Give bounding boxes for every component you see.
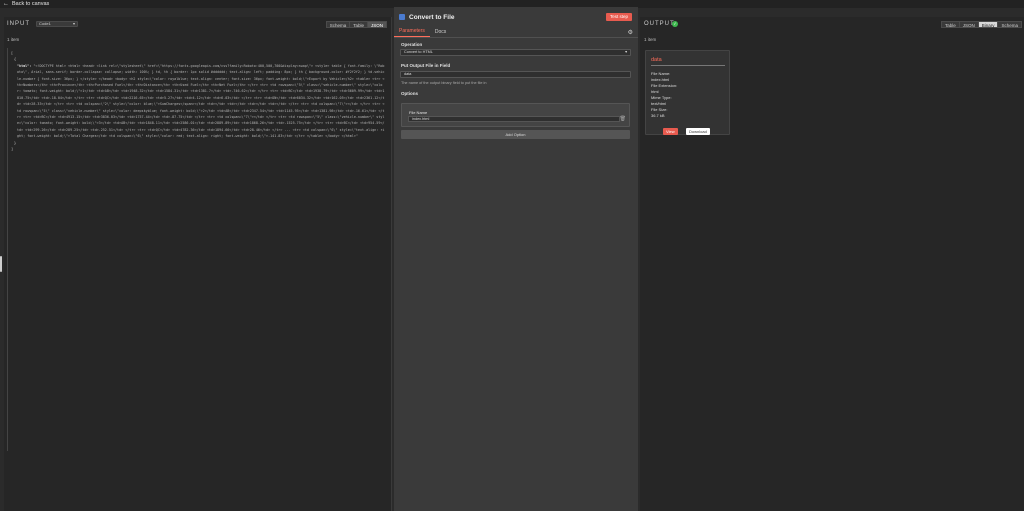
output-tab-schema[interactable]: Schema [997, 21, 1022, 28]
node-title[interactable]: Convert to File [409, 14, 455, 21]
output-tab-table[interactable]: Table [940, 21, 960, 28]
binary-divider [651, 65, 725, 66]
chevron-down-icon: ▾ [625, 50, 627, 54]
json-close-bracket: ] [11, 147, 14, 152]
back-to-canvas-label: Back to canvas [12, 1, 50, 7]
output-tab-binary[interactable]: Binary [977, 21, 999, 28]
input-title: INPUT [7, 21, 30, 27]
output-field-input[interactable]: data [400, 71, 631, 78]
operation-select-value: Convert to HTML [404, 50, 433, 54]
download-button[interactable]: Download [686, 128, 710, 135]
file-name-value: index.html [412, 117, 430, 121]
add-option-button[interactable]: Add Option [401, 130, 630, 139]
node-panel: Convert to File Test step Parameters Doc… [394, 7, 638, 511]
output-title: OUTPUT [644, 21, 675, 27]
mime-val: text/html [651, 101, 667, 106]
view-button[interactable]: View [663, 128, 678, 135]
check-icon: ✓ [672, 21, 678, 27]
output-field-label: Put Output File in Field [401, 63, 451, 68]
node-tabs: Parameters Docs ⚙ [394, 28, 638, 38]
node-header: Convert to File [394, 7, 638, 27]
json-value: "<!DOCTYPE html> <html> <head> <link rel… [17, 63, 385, 139]
output-view-tabs: Table JSON Binary Schema [940, 21, 1022, 28]
gear-icon[interactable]: ⚙ [628, 29, 633, 36]
binary-name: data [651, 57, 662, 63]
output-field-value: data [404, 72, 412, 76]
file-ext-val: html [651, 89, 659, 94]
input-node-select-value: Code1 [39, 21, 51, 26]
input-panel: INPUT Code1 ▾ Schema Table JSON 1 item [… [4, 17, 392, 511]
file-name-key: File Name: [651, 71, 671, 76]
input-view-tabs: Schema Table JSON [325, 21, 387, 28]
input-node-select[interactable]: Code1 ▾ [36, 21, 78, 27]
output-panel: OUTPUT ✓ Table JSON Binary Schema 1 item… [640, 17, 1024, 511]
tab-parameters[interactable]: Parameters [394, 28, 430, 37]
trash-icon[interactable]: 🗑 [620, 116, 626, 122]
file-name-label: File Name [409, 110, 428, 115]
tab-docs[interactable]: Docs [430, 29, 451, 37]
file-ext-key: File Extension: [651, 83, 678, 88]
output-items-count: 1 item [644, 37, 657, 42]
file-name-val: index.html [651, 77, 670, 82]
input-tab-json[interactable]: JSON [366, 21, 387, 28]
options-label: Options [401, 91, 418, 96]
arrow-left-icon: ← [3, 1, 9, 7]
chevron-down-icon: ▾ [72, 21, 75, 26]
size-val: 36.7 kB [651, 113, 665, 118]
input-tab-schema[interactable]: Schema [325, 21, 351, 28]
test-step-button[interactable]: Test step [605, 13, 632, 21]
options-container: File Name index.html 🗑 [401, 103, 630, 127]
panel-resize-handle[interactable] [0, 256, 2, 272]
size-key: File Size: [651, 107, 668, 112]
output-tab-json[interactable]: JSON [958, 21, 979, 28]
input-items-count: 1 item [7, 37, 20, 42]
json-key: "html": [17, 63, 32, 68]
mime-key: Mime Type: [651, 95, 672, 100]
file-name-input[interactable]: index.html [408, 116, 620, 122]
json-viewer[interactable]: [ { "html": "<!DOCTYPE html> <html> <hea… [11, 50, 385, 153]
operation-select[interactable]: Convert to HTML ▾ [400, 49, 631, 56]
file-convert-icon [399, 14, 405, 20]
output-field-hint: The name of the output binary field to p… [401, 81, 487, 85]
input-tab-table[interactable]: Table [349, 21, 368, 28]
binary-file-card: data File Name: index.html File Extensio… [645, 50, 730, 135]
operation-label: Operation [401, 42, 423, 47]
